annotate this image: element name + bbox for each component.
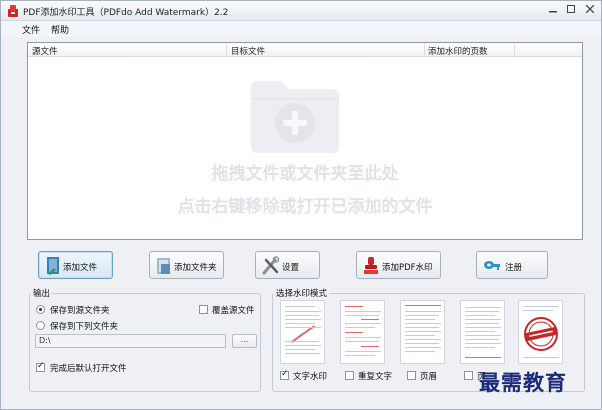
save-to-source-radio[interactable] xyxy=(36,305,45,314)
column-page-count[interactable]: 添加水印的页数 xyxy=(428,45,488,57)
open-after-checkbox[interactable] xyxy=(36,361,45,372)
column-target-file[interactable]: 目标文件 xyxy=(231,45,265,57)
maximize-button[interactable] xyxy=(562,1,579,18)
menu-bar: 文件 帮助 xyxy=(1,21,601,37)
header-preview[interactable] xyxy=(400,300,445,364)
add-file-button[interactable]: 添加文件 xyxy=(38,251,113,279)
footer-preview[interactable] xyxy=(460,300,505,364)
output-path-field[interactable]: D:\ xyxy=(35,334,226,348)
save-to-source-label[interactable]: 保存到源文件夹 xyxy=(50,304,110,316)
register-button[interactable]: 注册 xyxy=(476,251,548,279)
settings-button[interactable]: 设置 xyxy=(255,251,320,279)
repeat-text-preview[interactable] xyxy=(340,300,385,364)
column-divider[interactable] xyxy=(226,43,227,57)
certified-stamp-icon xyxy=(524,317,558,351)
column-divider[interactable] xyxy=(514,43,515,57)
save-to-folder-radio[interactable] xyxy=(36,321,45,330)
watermark-mode-title: 选择水印模式 xyxy=(274,287,330,299)
add-folder-label: 添加文件夹 xyxy=(174,263,217,273)
file-list-header: 源文件 目标文件 添加水印的页数 xyxy=(28,43,582,57)
key-icon xyxy=(484,261,500,270)
window-title: PDF添加水印工具（PDFdo Add Watermark）2.2 xyxy=(23,8,229,18)
text-watermark-checkbox[interactable] xyxy=(280,369,289,380)
drag-drop-hint: 拖拽文件或文件夹至此处 xyxy=(211,164,399,184)
pdf-app-icon xyxy=(8,5,18,17)
add-folder-button[interactable]: 添加文件夹 xyxy=(149,251,224,279)
brand-watermark: 最需教育 xyxy=(479,370,567,395)
footer-checkbox[interactable] xyxy=(464,371,473,380)
right-click-hint: 点击右键移除或打开已添加的文件 xyxy=(177,197,433,217)
browse-button[interactable]: ... xyxy=(232,334,257,348)
menu-file[interactable]: 文件 xyxy=(22,23,40,36)
output-group-title: 输出 xyxy=(31,287,53,299)
settings-label: 设置 xyxy=(282,263,300,273)
save-to-folder-label[interactable]: 保存到下列文件夹 xyxy=(50,320,118,332)
open-after-label[interactable]: 完成后默认打开文件 xyxy=(50,362,127,374)
text-watermark-label[interactable]: 文字水印 xyxy=(293,370,327,382)
title-bar[interactable]: PDF添加水印工具（PDFdo Add Watermark）2.2 xyxy=(1,1,601,21)
column-divider[interactable] xyxy=(424,43,425,57)
image-stamp-preview[interactable] xyxy=(518,300,563,364)
register-label: 注册 xyxy=(505,263,523,273)
close-button[interactable] xyxy=(579,1,601,18)
close-icon xyxy=(585,4,595,14)
add-file-label: 添加文件 xyxy=(63,263,98,273)
add-folder-small-icon xyxy=(157,258,170,274)
settings-tools-icon xyxy=(262,256,280,275)
add-pdf-watermark-label: 添加PDF水印 xyxy=(382,263,433,273)
stamp-icon xyxy=(364,257,378,274)
overwrite-source-label[interactable]: 覆盖源文件 xyxy=(212,304,255,316)
repeat-text-label[interactable]: 重复文字 xyxy=(358,370,392,382)
app-window: PDF添加水印工具（PDFdo Add Watermark）2.2 文件 帮助 … xyxy=(0,0,602,410)
column-source-file[interactable]: 源文件 xyxy=(32,45,58,57)
repeat-text-checkbox[interactable] xyxy=(345,371,354,380)
add-file-icon xyxy=(47,257,59,275)
text-watermark-preview[interactable] xyxy=(280,300,325,364)
file-list[interactable]: 源文件 目标文件 添加水印的页数 拖拽文件或文件夹至此处 点击右键移除或打开已添… xyxy=(27,42,583,240)
minimize-button[interactable] xyxy=(544,1,562,18)
maximize-icon xyxy=(566,5,575,13)
minimize-icon xyxy=(549,11,557,13)
header-checkbox[interactable] xyxy=(407,371,416,380)
overwrite-source-checkbox[interactable] xyxy=(199,305,208,314)
header-label[interactable]: 页眉 xyxy=(420,370,437,382)
menu-help[interactable]: 帮助 xyxy=(51,23,69,36)
add-folder-icon xyxy=(251,81,339,153)
add-pdf-watermark-button[interactable]: 添加PDF水印 xyxy=(356,251,441,279)
